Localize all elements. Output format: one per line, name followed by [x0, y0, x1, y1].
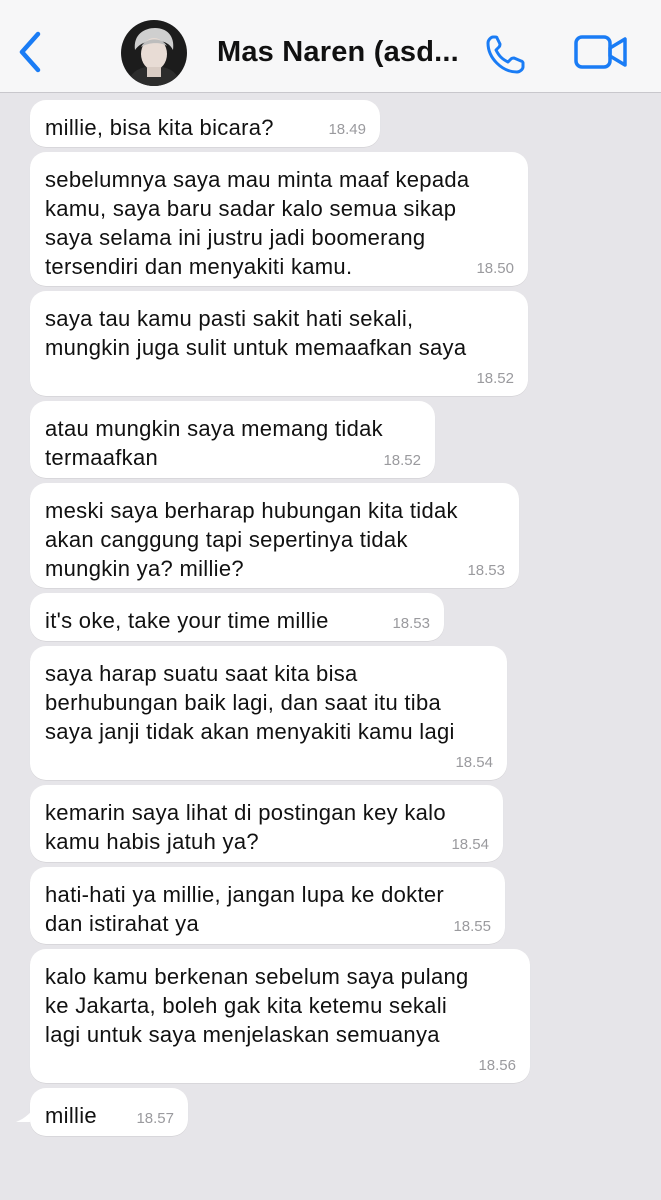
- message-timestamp: 18.53: [392, 615, 430, 632]
- avatar[interactable]: [121, 20, 187, 86]
- message-bubble[interactable]: saya tau kamu pasti sakit hati sekali, m…: [30, 291, 528, 396]
- chat-header: Mas Naren (asd...: [0, 0, 661, 93]
- message-bubble[interactable]: kalo kamu berkenan sebelum saya pulang k…: [30, 949, 530, 1083]
- message-text: kalo kamu berkenan sebelum saya pulang k…: [45, 964, 469, 1047]
- message-text: millie, bisa kita bicara?: [45, 115, 274, 140]
- message-text: saya harap suatu saat kita bisa berhubun…: [45, 661, 455, 744]
- message-bubble[interactable]: meski saya berharap hubungan kita tidak …: [30, 483, 519, 588]
- message-text: atau mungkin saya memang tidak termaafka…: [45, 416, 383, 470]
- video-camera-icon: [574, 35, 627, 69]
- message-text: saya tau kamu pasti sakit hati sekali, m…: [45, 306, 467, 360]
- message-bubble[interactable]: saya harap suatu saat kita bisa berhubun…: [30, 646, 507, 780]
- message-timestamp: 18.53: [467, 562, 505, 579]
- message-bubble[interactable]: sebelumnya saya mau minta maaf kepada ka…: [30, 152, 528, 286]
- back-button[interactable]: [14, 30, 48, 74]
- phone-icon: [486, 35, 525, 74]
- message-timestamp: 18.57: [136, 1110, 174, 1127]
- message-timestamp: 18.49: [328, 121, 366, 138]
- message-text: it's oke, take your time millie: [45, 608, 329, 633]
- contact-name[interactable]: Mas Naren (asd...: [217, 36, 472, 69]
- message-timestamp: 18.54: [455, 754, 493, 771]
- message-text: meski saya berharap hubungan kita tidak …: [45, 498, 458, 581]
- message-timestamp: 18.52: [476, 370, 514, 387]
- message-timestamp: 18.52: [383, 452, 421, 469]
- message-timestamp: 18.50: [476, 260, 514, 277]
- message-bubble[interactable]: atau mungkin saya memang tidak termaafka…: [30, 401, 435, 478]
- message-text: kemarin saya lihat di postingan key kalo…: [45, 800, 446, 854]
- video-call-button[interactable]: [574, 34, 628, 70]
- message-timestamp: 18.56: [478, 1057, 516, 1074]
- message-bubble[interactable]: millie, bisa kita bicara? 18.49: [30, 100, 380, 147]
- avatar-photo: [121, 20, 187, 86]
- message-text: hati-hati ya millie, jangan lupa ke dokt…: [45, 882, 445, 936]
- message-timestamp: 18.54: [451, 836, 489, 853]
- chevron-left-icon: [19, 31, 41, 73]
- message-bubble[interactable]: hati-hati ya millie, jangan lupa ke dokt…: [30, 867, 505, 944]
- message-text: sebelumnya saya mau minta maaf kepada ka…: [45, 167, 470, 279]
- message-timestamp: 18.55: [453, 918, 491, 935]
- voice-call-button[interactable]: [484, 32, 528, 76]
- message-bubble[interactable]: millie 18.57: [30, 1088, 188, 1136]
- message-bubble[interactable]: kemarin saya lihat di postingan key kalo…: [30, 785, 503, 862]
- message-bubble[interactable]: it's oke, take your time millie 18.53: [30, 593, 444, 641]
